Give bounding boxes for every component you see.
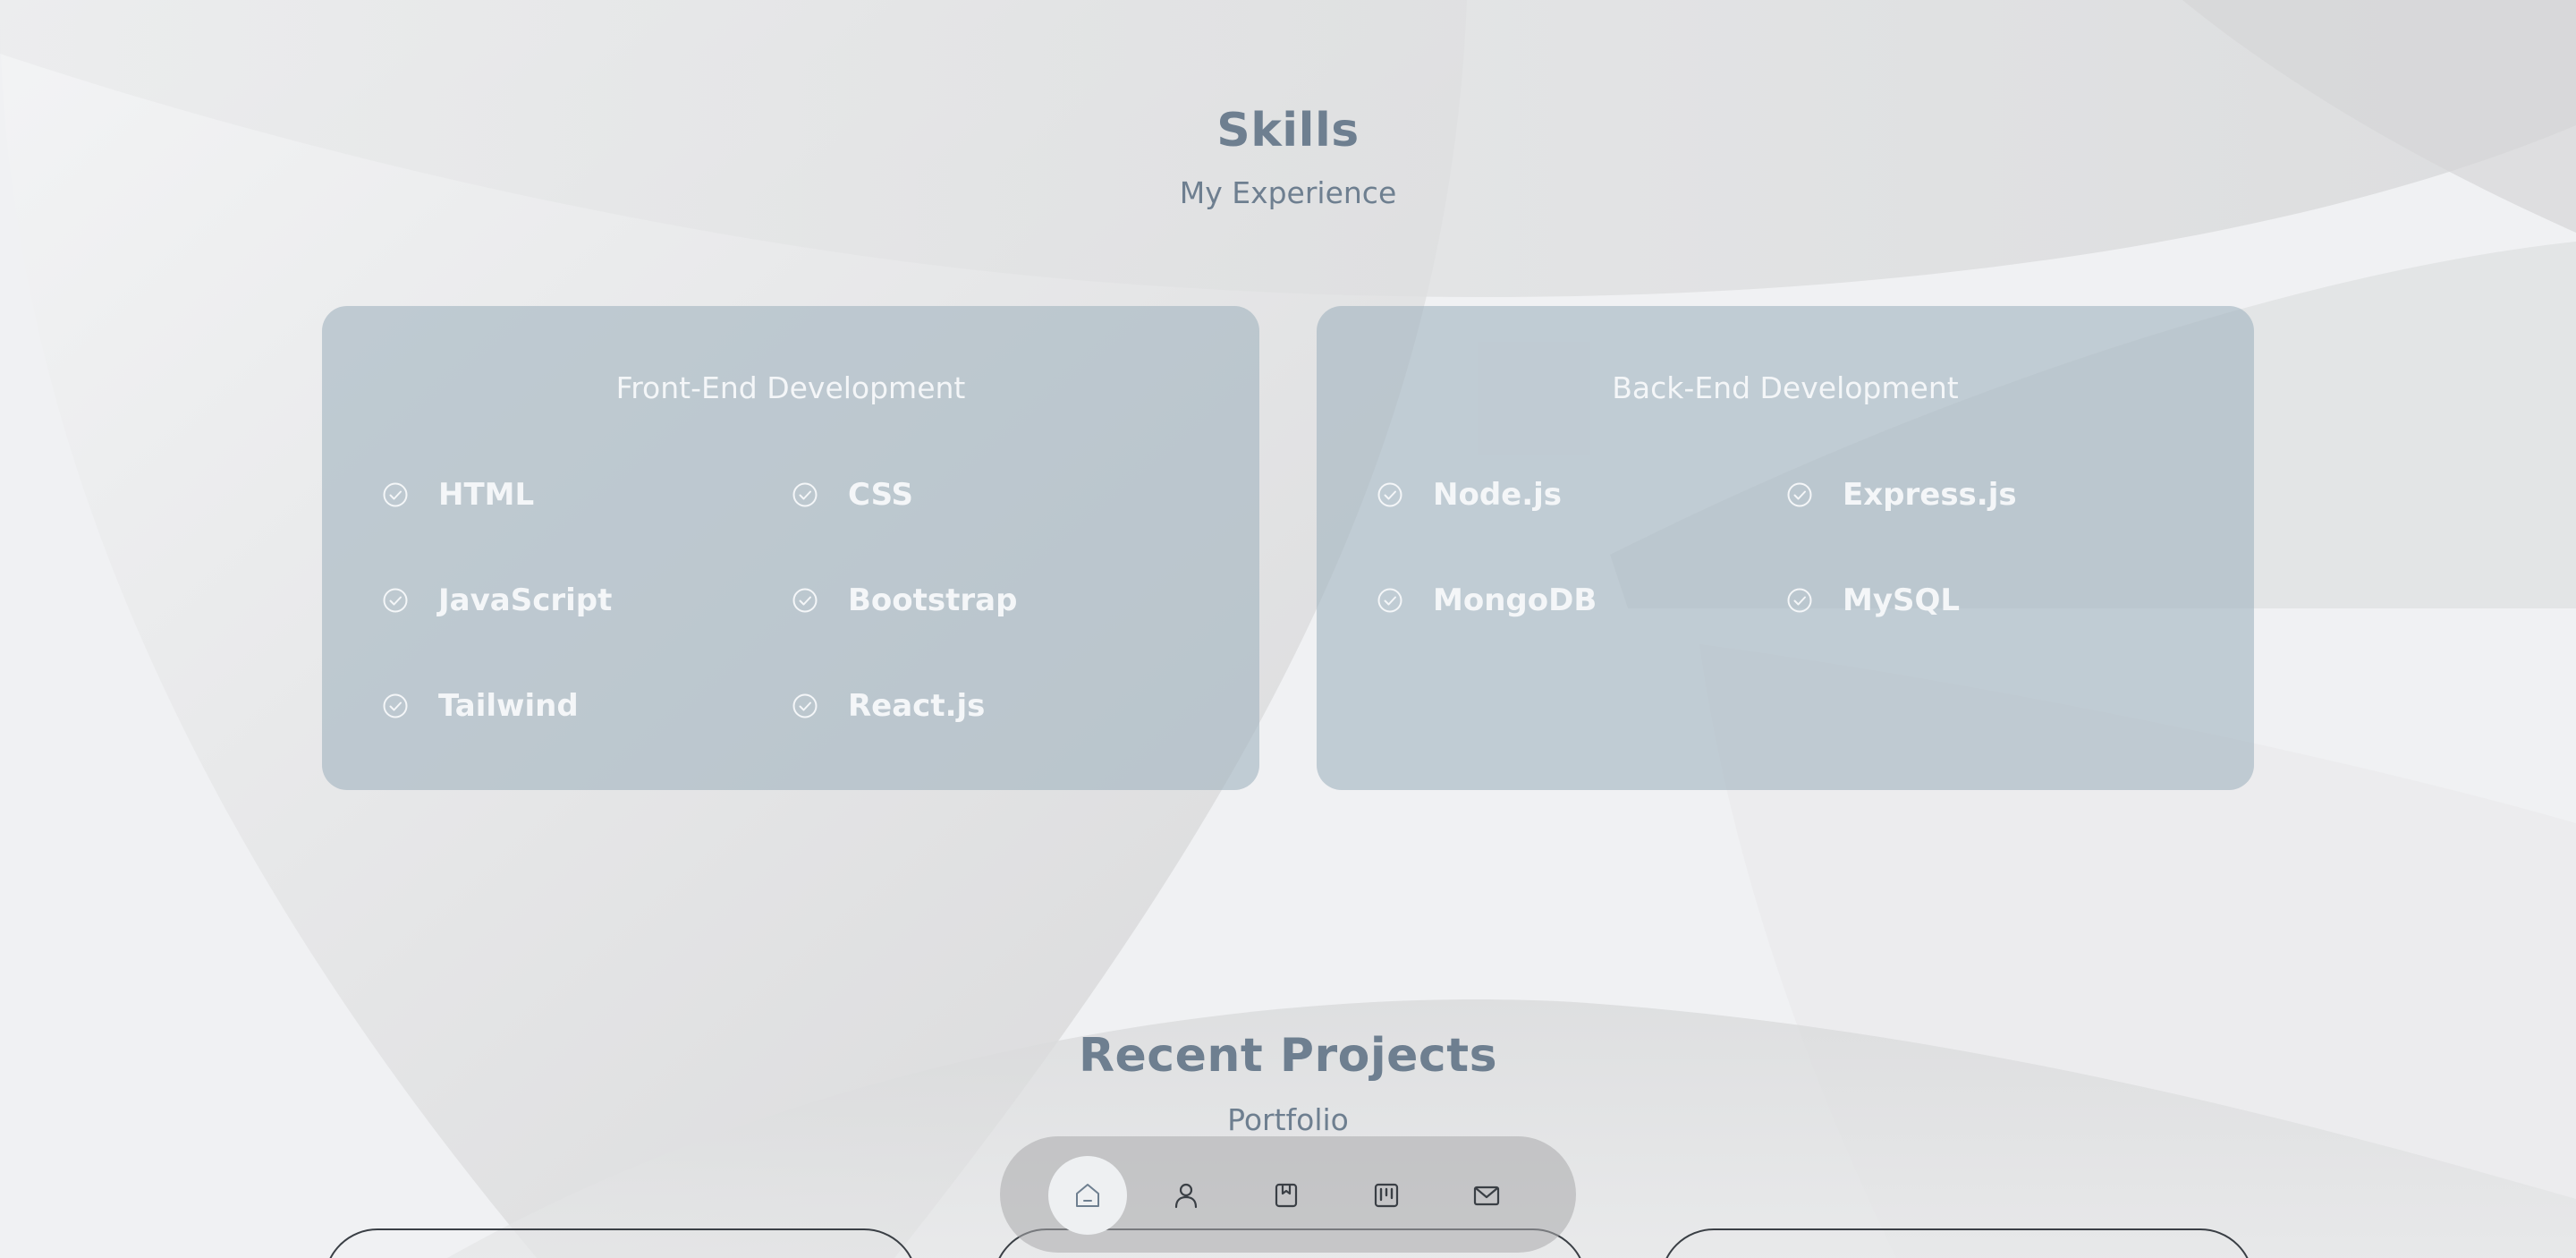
- skill-item: CSS: [791, 472, 913, 517]
- nav-home-button[interactable]: [1048, 1156, 1127, 1235]
- nav-resume-button[interactable]: [1247, 1156, 1326, 1235]
- nav-contact-button[interactable]: [1447, 1156, 1526, 1235]
- skill-label: JavaScript: [438, 582, 613, 618]
- home-icon: [1076, 1184, 1099, 1207]
- nav-about-button[interactable]: [1147, 1156, 1225, 1235]
- backend-skills-card: Back-End Development Node.js Express.js …: [1317, 306, 2254, 790]
- kanban-icon: [1374, 1183, 1399, 1208]
- card-title: Front-End Development: [615, 370, 966, 405]
- card-title: Back-End Development: [1612, 370, 1959, 405]
- check-circle-icon: [1377, 482, 1402, 507]
- skill-label: Express.js: [1843, 477, 2017, 513]
- bottom-nav-dock: [1000, 1136, 1576, 1253]
- skill-item: MySQL: [1785, 578, 1960, 623]
- skill-label: Tailwind: [438, 688, 579, 724]
- skill-item: Tailwind: [381, 684, 579, 728]
- check-circle-icon: [383, 588, 408, 613]
- skills-subtitle: My Experience: [1179, 175, 1397, 210]
- projects-subtitle: Portfolio: [1227, 1102, 1349, 1137]
- skill-item: Bootstrap: [791, 578, 1017, 623]
- check-circle-icon: [792, 588, 818, 613]
- skill-item: Node.js: [1376, 472, 1562, 517]
- skill-label: CSS: [848, 477, 914, 513]
- check-circle-icon: [383, 693, 408, 718]
- project-card[interactable]: [324, 1228, 918, 1258]
- skill-item: MongoDB: [1376, 578, 1597, 623]
- check-circle-icon: [792, 693, 818, 718]
- skill-label: React.js: [848, 688, 986, 724]
- check-circle-icon: [1787, 482, 1812, 507]
- skill-item: Express.js: [1785, 472, 2017, 517]
- check-circle-icon: [792, 482, 818, 507]
- skill-item: React.js: [791, 684, 985, 728]
- user-icon: [1174, 1183, 1198, 1209]
- skill-label: Bootstrap: [848, 582, 1018, 618]
- projects-title: Recent Projects: [1078, 1029, 1498, 1083]
- check-circle-icon: [1377, 588, 1402, 613]
- skill-label: MongoDB: [1433, 582, 1597, 618]
- project-card[interactable]: [1660, 1228, 2254, 1258]
- skill-item: JavaScript: [381, 578, 612, 623]
- skill-label: MySQL: [1843, 582, 1961, 618]
- nav-portfolio-button[interactable]: [1347, 1156, 1426, 1235]
- frontend-skills-card: Front-End Development HTML CSS JavaScrip…: [322, 306, 1259, 790]
- check-circle-icon: [383, 482, 408, 507]
- skill-label: Node.js: [1433, 477, 1563, 513]
- check-circle-icon: [1787, 588, 1812, 613]
- skill-item: HTML: [381, 472, 534, 517]
- bookmark-icon: [1275, 1183, 1298, 1208]
- skills-title: Skills: [1216, 104, 1360, 157]
- mail-icon: [1473, 1186, 1500, 1206]
- skill-label: HTML: [438, 477, 535, 513]
